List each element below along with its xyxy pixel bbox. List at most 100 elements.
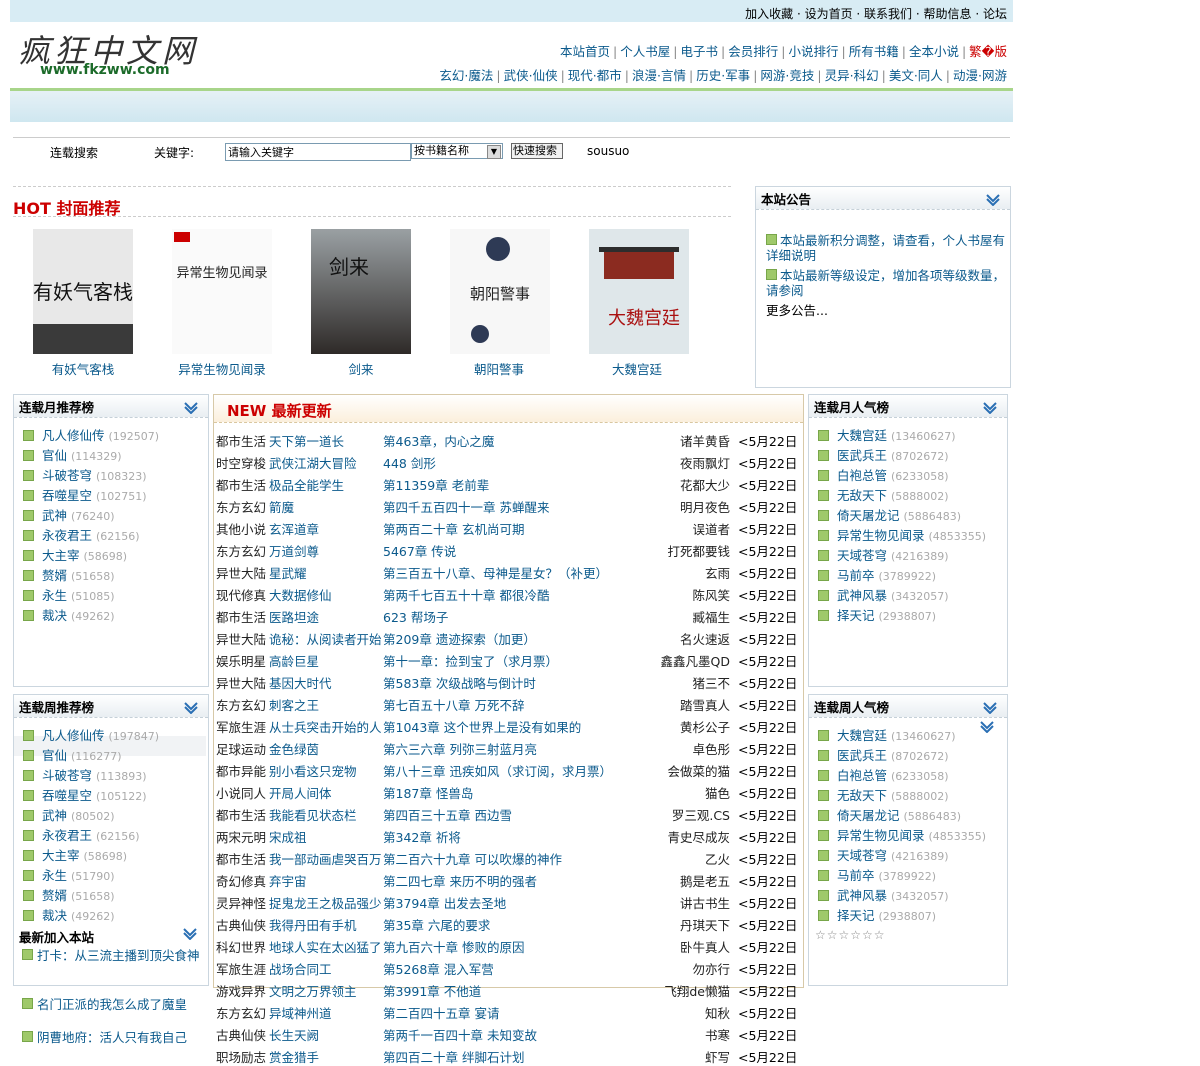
chevron-down-icon[interactable] bbox=[986, 194, 1000, 206]
update-book-link[interactable]: 万道剑尊 bbox=[269, 541, 381, 560]
rank-item[interactable]: 永生 (51790) bbox=[23, 865, 115, 884]
rank-item[interactable]: 异常生物见闻录 (4853355) bbox=[818, 525, 986, 544]
nav-cat-history[interactable]: 历史·军事 bbox=[696, 68, 750, 83]
chevron-down-icon[interactable] bbox=[184, 402, 198, 414]
rank-item[interactable]: 马前卒 (3789922) bbox=[818, 565, 936, 584]
update-chapter-link[interactable]: 第两千七百五十十章 都很冷酷 bbox=[383, 585, 683, 604]
rank-item[interactable]: 官仙 (114329) bbox=[23, 445, 122, 464]
update-book-link[interactable]: 高龄巨星 bbox=[269, 651, 381, 670]
book-cover-caption[interactable]: 朝阳警事 bbox=[429, 359, 569, 378]
book-cover-caption[interactable]: 异常生物见闻录 bbox=[152, 359, 292, 378]
cover-title-link[interactable]: 剑来 bbox=[348, 362, 373, 377]
search-type-select[interactable]: 按书籍名称 ▼ bbox=[411, 143, 503, 159]
update-category[interactable]: 现代修真 bbox=[216, 585, 268, 604]
update-chapter-link[interactable]: 第5268章 混入军营 bbox=[383, 959, 683, 978]
rank-item[interactable]: 永夜君王 (62156) bbox=[23, 825, 140, 844]
rank-book-link[interactable]: 白袍总管 bbox=[837, 468, 887, 483]
rank-book-link[interactable]: 吞噬星空 bbox=[42, 488, 92, 503]
update-category[interactable]: 东方玄幻 bbox=[216, 541, 268, 560]
update-category[interactable]: 都市生活 bbox=[216, 805, 268, 824]
update-book-link[interactable]: 星武耀 bbox=[269, 563, 381, 582]
rank-item[interactable]: 医武兵王 (8702672) bbox=[818, 445, 949, 464]
top-link-favorite[interactable]: 加入收藏 bbox=[745, 7, 793, 21]
nav-ebook[interactable]: 电子书 bbox=[681, 44, 719, 59]
rank-item[interactable]: 吞噬星空 (105122) bbox=[23, 785, 147, 804]
nav-traditional[interactable]: 繁�版 bbox=[969, 44, 1007, 59]
rank-book-link[interactable]: 倚天屠龙记 bbox=[837, 808, 900, 823]
chevron-down-icon[interactable] bbox=[980, 721, 994, 733]
update-book-link[interactable]: 我能看见状态栏 bbox=[269, 805, 381, 824]
rank-book-link[interactable]: 马前卒 bbox=[837, 868, 875, 883]
rank-book-link[interactable]: 无敌天下 bbox=[837, 788, 887, 803]
rank-book-link[interactable]: 斗破苍穹 bbox=[42, 468, 92, 483]
nav-cat-wuxia[interactable]: 武侠·仙侠 bbox=[504, 68, 558, 83]
update-category[interactable]: 职场励志 bbox=[216, 1047, 268, 1066]
rank-book-link[interactable]: 择天记 bbox=[837, 908, 875, 923]
update-book-link[interactable]: 医路坦途 bbox=[269, 607, 381, 626]
rank-book-link[interactable]: 医武兵王 bbox=[837, 748, 887, 763]
cover-title-link[interactable]: 有妖气客栈 bbox=[52, 362, 115, 377]
nav-member-rank[interactable]: 会员排行 bbox=[728, 44, 778, 59]
update-chapter-link[interactable]: 第七百五十八章 万死不辞 bbox=[383, 695, 683, 714]
update-category[interactable]: 军旅生涯 bbox=[216, 959, 268, 978]
notice-item[interactable]: 本站最新等级设定，增加各项等级数量，请参阅 bbox=[766, 268, 1008, 298]
rank-item[interactable]: 赘婿 (51658) bbox=[23, 565, 115, 584]
update-category[interactable]: 古典仙侠 bbox=[216, 1025, 268, 1044]
rank-item[interactable]: 大魏宫廷 (13460627) bbox=[818, 725, 956, 744]
update-book-link[interactable]: 武侠江湖大冒险 bbox=[269, 453, 381, 472]
rank-item[interactable]: 赘婿 (51658) bbox=[23, 885, 115, 904]
top-link-homepage[interactable]: 设为首页 bbox=[805, 7, 853, 21]
update-chapter-link[interactable]: 第3991章 不他道 bbox=[383, 981, 683, 1000]
update-category[interactable]: 游戏异界 bbox=[216, 981, 268, 1000]
rank-item[interactable]: 马前卒 (3789922) bbox=[818, 865, 936, 884]
cover-title-link[interactable]: 大魏宫廷 bbox=[612, 362, 662, 377]
rank-item[interactable]: 凡人修仙传 (197847) bbox=[23, 725, 159, 744]
book-cover-caption[interactable]: 剑来 bbox=[291, 359, 431, 378]
chevron-down-icon[interactable] bbox=[184, 702, 198, 714]
new-join-item[interactable]: 阴曹地府：活人只有我自己 bbox=[22, 1030, 202, 1045]
rank-book-link[interactable]: 凡人修仙传 bbox=[42, 428, 105, 443]
update-chapter-link[interactable]: 第六三六章 列弥三射蓝月亮 bbox=[383, 739, 683, 758]
update-category[interactable]: 其他小说 bbox=[216, 519, 268, 538]
nav-cat-urban[interactable]: 现代·都市 bbox=[568, 68, 622, 83]
new-join-item[interactable]: 打卡：从三流主播到顶尖食神 bbox=[22, 948, 202, 963]
rank-item[interactable]: 天域苍穹 (4216389) bbox=[818, 845, 949, 864]
search-input[interactable] bbox=[225, 143, 411, 161]
rank-book-link[interactable]: 武神 bbox=[42, 508, 67, 523]
rank-book-link[interactable]: 大魏宫廷 bbox=[837, 728, 887, 743]
update-category[interactable]: 军旅生涯 bbox=[216, 717, 268, 736]
update-book-link[interactable]: 大数据修仙 bbox=[269, 585, 381, 604]
rank-book-link[interactable]: 异常生物见闻录 bbox=[837, 528, 925, 543]
rank-book-link[interactable]: 医武兵王 bbox=[837, 448, 887, 463]
nav-cat-scifi[interactable]: 灵异·科幻 bbox=[825, 68, 879, 83]
rank-item[interactable]: 白袍总管 (6233058) bbox=[818, 465, 949, 484]
update-chapter-link[interactable]: 第1043章 这个世界上是没有如果的 bbox=[383, 717, 683, 736]
rank-book-link[interactable]: 无敌天下 bbox=[837, 488, 887, 503]
cover-title-link[interactable]: 异常生物见闻录 bbox=[178, 362, 266, 377]
rank-item[interactable]: 倚天屠龙记 (5886483) bbox=[818, 805, 961, 824]
update-category[interactable]: 都市生活 bbox=[216, 849, 268, 868]
update-book-link[interactable]: 文明之万界领主 bbox=[269, 981, 381, 1000]
update-book-link[interactable]: 我一部动画虐哭百万人 bbox=[269, 849, 381, 868]
update-chapter-link[interactable]: 448 剑形 bbox=[383, 453, 683, 472]
rank-book-link[interactable]: 大主宰 bbox=[42, 548, 80, 563]
update-book-link[interactable]: 天下第一道长 bbox=[269, 431, 381, 450]
rank-item[interactable]: 白袍总管 (6233058) bbox=[818, 765, 949, 784]
update-category[interactable]: 娱乐明星 bbox=[216, 651, 268, 670]
rank-item[interactable]: 大魏宫廷 (13460627) bbox=[818, 425, 956, 444]
update-category[interactable]: 小说同人 bbox=[216, 783, 268, 802]
update-category[interactable]: 奇幻修真 bbox=[216, 871, 268, 890]
update-chapter-link[interactable]: 第463章，内心之魔 bbox=[383, 431, 683, 450]
rank-book-link[interactable]: 永夜君王 bbox=[42, 528, 92, 543]
update-category[interactable]: 灵异神怪 bbox=[216, 893, 268, 912]
chevron-down-icon[interactable] bbox=[983, 702, 997, 714]
rank-item[interactable]: 天域苍穹 (4216389) bbox=[818, 545, 949, 564]
update-chapter-link[interactable]: 第二百六十九章 可以吹爆的神作 bbox=[383, 849, 683, 868]
update-category[interactable]: 都市生活 bbox=[216, 431, 268, 450]
update-book-link[interactable]: 别小看这只宠物 bbox=[269, 761, 381, 780]
new-join-item[interactable]: 名门正派的我怎么成了魔皇 bbox=[22, 997, 202, 1012]
book-cover-5[interactable]: 大魏宫廷 bbox=[589, 229, 689, 354]
nav-all-books[interactable]: 所有书籍 bbox=[849, 44, 899, 59]
rank-book-link[interactable]: 官仙 bbox=[42, 448, 67, 463]
update-chapter-link[interactable]: 第两千一百四十章 未知变故 bbox=[383, 1025, 683, 1044]
